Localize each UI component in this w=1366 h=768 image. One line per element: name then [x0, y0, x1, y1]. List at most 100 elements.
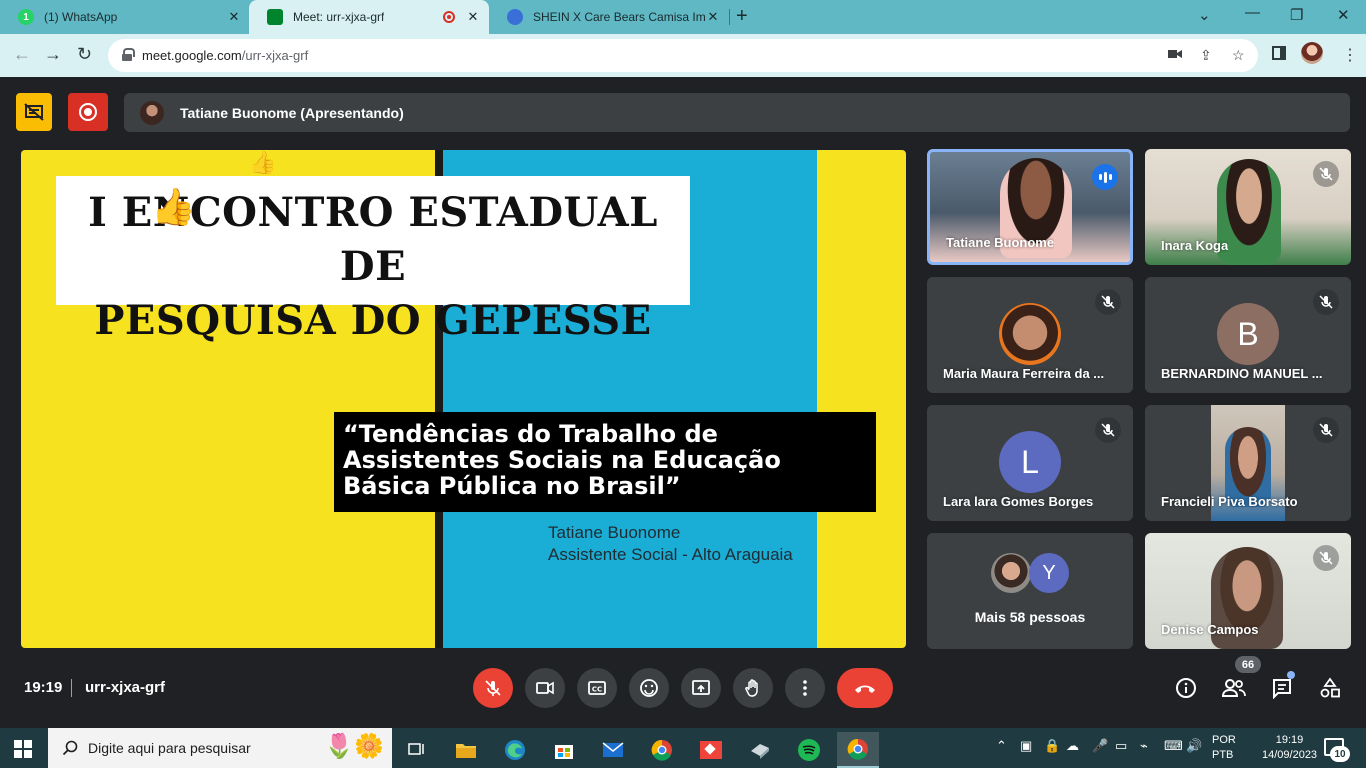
search-placeholder: Digite aqui para pesquisar [88, 740, 251, 756]
file-explorer-icon[interactable] [445, 732, 487, 768]
chat-unread-dot [1287, 671, 1295, 679]
more-options-button[interactable] [785, 668, 825, 708]
info-icon [1176, 678, 1196, 698]
show-hidden-icons[interactable]: ⌃ [996, 738, 1007, 754]
participant-name: BERNARDINO MANUEL ... [1161, 366, 1323, 381]
camera-toggle-button[interactable] [525, 668, 565, 708]
taskbar-search-box[interactable]: Digite aqui para pesquisar 🌷🌼 [48, 728, 392, 768]
address-toolbar: ← → ↻ meet.google.com/urr-xjxa-grf ⇪ ☆ ⋮ [0, 34, 1366, 77]
app-icon[interactable] [739, 732, 781, 768]
participant-tile[interactable]: Maria Maura Ferreira da ... [927, 277, 1133, 393]
more-participants-label: Mais 58 pessoas [974, 609, 1086, 625]
onedrive-cloud-icon[interactable]: ☁ [1066, 738, 1079, 754]
captions-button[interactable]: CC [577, 668, 617, 708]
mic-off-icon [1313, 417, 1339, 443]
emoji-icon [640, 679, 658, 697]
tab-shein[interactable]: SHEIN X Care Bears Camisa Impr ✕ [489, 0, 729, 34]
tray-device-icon[interactable]: ▣ [1020, 738, 1032, 754]
participant-tile[interactable]: Tatiane Buonome [927, 149, 1133, 265]
edge-browser-icon[interactable] [494, 732, 536, 768]
chrome-icon[interactable] [641, 732, 683, 768]
slide-quote: “Tendências do Trabalho de Assistentes S… [334, 412, 876, 512]
participant-count-badge: 66 [1235, 656, 1261, 673]
search-icon [62, 740, 78, 756]
chrome-active-window-icon[interactable] [837, 732, 879, 768]
tray-lock-icon[interactable]: 🔒 [1044, 738, 1060, 754]
tray-display-icon[interactable]: ▭ [1115, 738, 1127, 754]
tab-title: (1) WhatsApp [44, 10, 118, 24]
close-window-button[interactable]: ✕ [1337, 6, 1350, 24]
profile-avatar[interactable] [1301, 42, 1323, 64]
mic-toggle-button[interactable] [473, 668, 513, 708]
people-button[interactable] [1221, 676, 1247, 700]
lock-icon [122, 48, 135, 61]
address-bar[interactable]: meet.google.com/urr-xjxa-grf ⇪ ☆ [108, 39, 1258, 72]
minimize-button[interactable]: — [1245, 4, 1260, 21]
whatsapp-icon: 1 [18, 9, 34, 25]
hand-icon [745, 679, 758, 697]
spotify-icon[interactable] [788, 732, 830, 768]
recording-icon [443, 11, 455, 23]
menu-icon[interactable]: ⋮ [1342, 45, 1358, 65]
mic-off-icon [1095, 289, 1121, 315]
present-screen-button[interactable] [681, 668, 721, 708]
activities-icon [1320, 677, 1340, 698]
network-icon[interactable]: ⌁ [1140, 738, 1148, 754]
input-language[interactable]: POR PTB [1212, 733, 1236, 763]
participant-tile[interactable]: Inara Koga [1145, 149, 1351, 265]
close-icon[interactable]: ✕ [226, 9, 242, 25]
close-icon[interactable]: ✕ [465, 9, 481, 25]
microphone-icon[interactable]: 🎤 [1092, 738, 1108, 754]
windows-start-icon[interactable] [14, 740, 32, 758]
participant-avatar: Y [1029, 553, 1069, 593]
ime-icon[interactable]: ⌨ [1164, 738, 1183, 754]
participant-tile[interactable]: Denise Campos [1145, 533, 1351, 649]
reload-icon[interactable]: ↻ [77, 44, 92, 65]
more-vert-icon [803, 680, 807, 696]
camera-icon[interactable] [1168, 47, 1182, 63]
hang-up-icon [855, 685, 875, 693]
presentation-slide: I ENCONTRO ESTADUAL DE PESQUISA DO GEPES… [21, 150, 906, 648]
microsoft-store-icon[interactable] [543, 732, 585, 768]
task-view-icon[interactable] [396, 732, 438, 768]
mail-icon[interactable] [592, 732, 634, 768]
clock-date: 14/09/2023 [1262, 749, 1318, 761]
tab-whatsapp[interactable]: 1 (1) WhatsApp ✕ [0, 0, 250, 34]
mic-off-icon [1313, 545, 1339, 571]
chat-button[interactable] [1270, 676, 1294, 700]
anydesk-icon[interactable] [690, 732, 732, 768]
closed-captions-icon: CC [588, 681, 606, 695]
back-icon[interactable]: ← [13, 44, 31, 65]
tab-meet[interactable]: Meet: urr-xjxa-grf ✕ [249, 0, 489, 34]
presentation-off-icon[interactable] [16, 93, 52, 131]
star-icon[interactable]: ☆ [1232, 47, 1245, 64]
system-clock[interactable]: 19:19 14/09/2023 [1262, 733, 1317, 763]
meeting-time: 19:19 [24, 679, 63, 696]
forward-icon[interactable]: → [44, 44, 62, 65]
participant-name: Lara lara Gomes Borges [943, 494, 1094, 509]
raise-hand-button[interactable] [733, 668, 773, 708]
share-icon[interactable]: ⇪ [1200, 47, 1212, 64]
volume-icon[interactable]: 🔊 [1186, 738, 1202, 754]
new-tab-button[interactable]: + [736, 5, 748, 28]
side-panel-icon[interactable] [1272, 46, 1286, 60]
participant-tile[interactable]: L Lara lara Gomes Borges [927, 405, 1133, 521]
leave-call-button[interactable] [837, 668, 893, 708]
flowers-decoration-icon: 🌷🌼 [324, 733, 384, 760]
tab-search-icon[interactable]: ⌄ [1198, 6, 1211, 24]
slide-author-role: Assistente Social - Alto Araguaia [548, 545, 793, 564]
meeting-details-button[interactable] [1174, 676, 1198, 700]
participant-tile[interactable]: B BERNARDINO MANUEL ... [1145, 277, 1351, 393]
close-icon[interactable]: ✕ [705, 9, 721, 25]
recording-indicator-icon[interactable] [68, 93, 108, 131]
reactions-button[interactable] [629, 668, 669, 708]
maximize-button[interactable]: ❐ [1290, 6, 1303, 24]
slide-quote-line: Básica Pública no Brasil” [343, 472, 681, 500]
participant-tile[interactable]: Francieli Piva Borsato [1145, 405, 1351, 521]
url-text: meet.google.com/urr-xjxa-grf [142, 48, 309, 63]
divider [71, 679, 72, 697]
windows-taskbar: Digite aqui para pesquisar 🌷🌼 ⌃ ▣ 🔒 ☁ 🎤 … [0, 728, 1366, 768]
present-screen-icon [692, 680, 710, 695]
more-participants-tile[interactable]: Y Mais 58 pessoas [927, 533, 1133, 649]
activities-button[interactable] [1318, 676, 1342, 700]
